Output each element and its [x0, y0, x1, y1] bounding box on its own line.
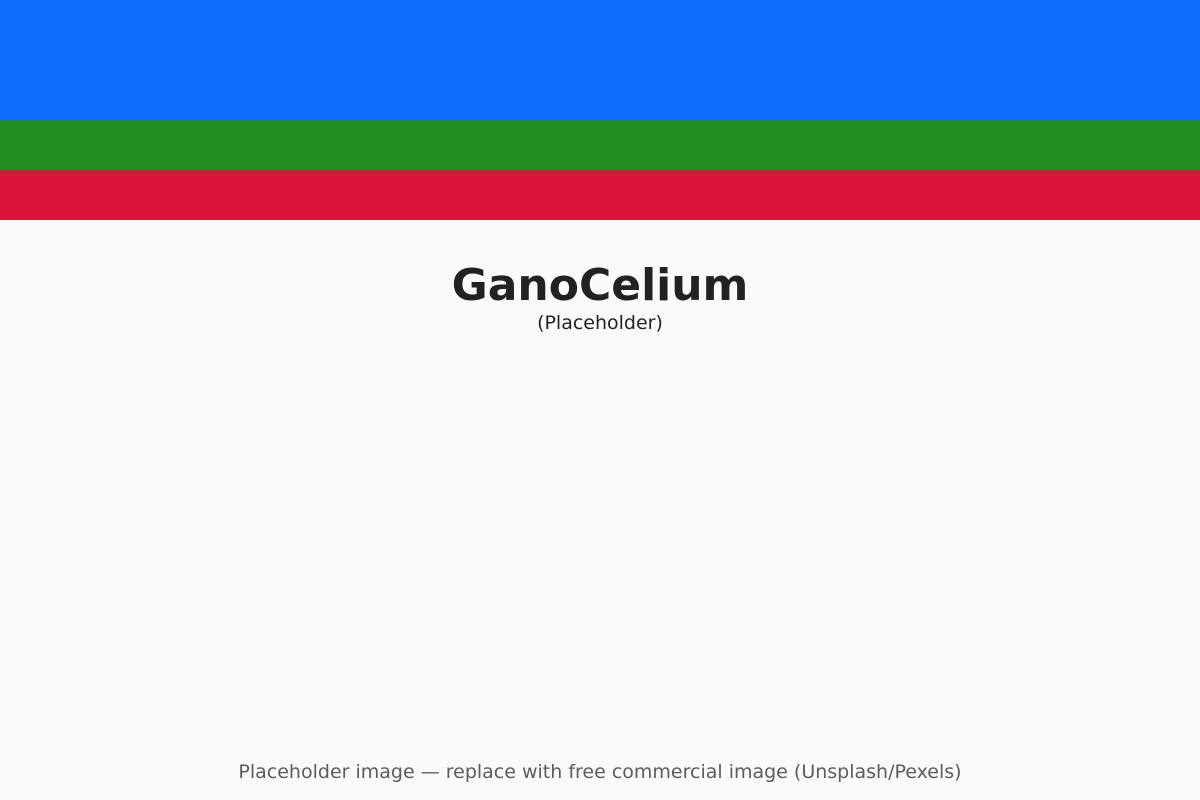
blue-stripe: [0, 0, 1200, 120]
placeholder-note: Placeholder image — replace with free co…: [238, 761, 962, 783]
image-title: GanoCelium: [451, 260, 749, 311]
placeholder-image: GanoCelium (Placeholder) Placeholder ima…: [0, 0, 1200, 800]
red-stripe: [0, 170, 1200, 220]
green-stripe: [0, 120, 1200, 170]
image-subtitle: (Placeholder): [537, 312, 663, 334]
